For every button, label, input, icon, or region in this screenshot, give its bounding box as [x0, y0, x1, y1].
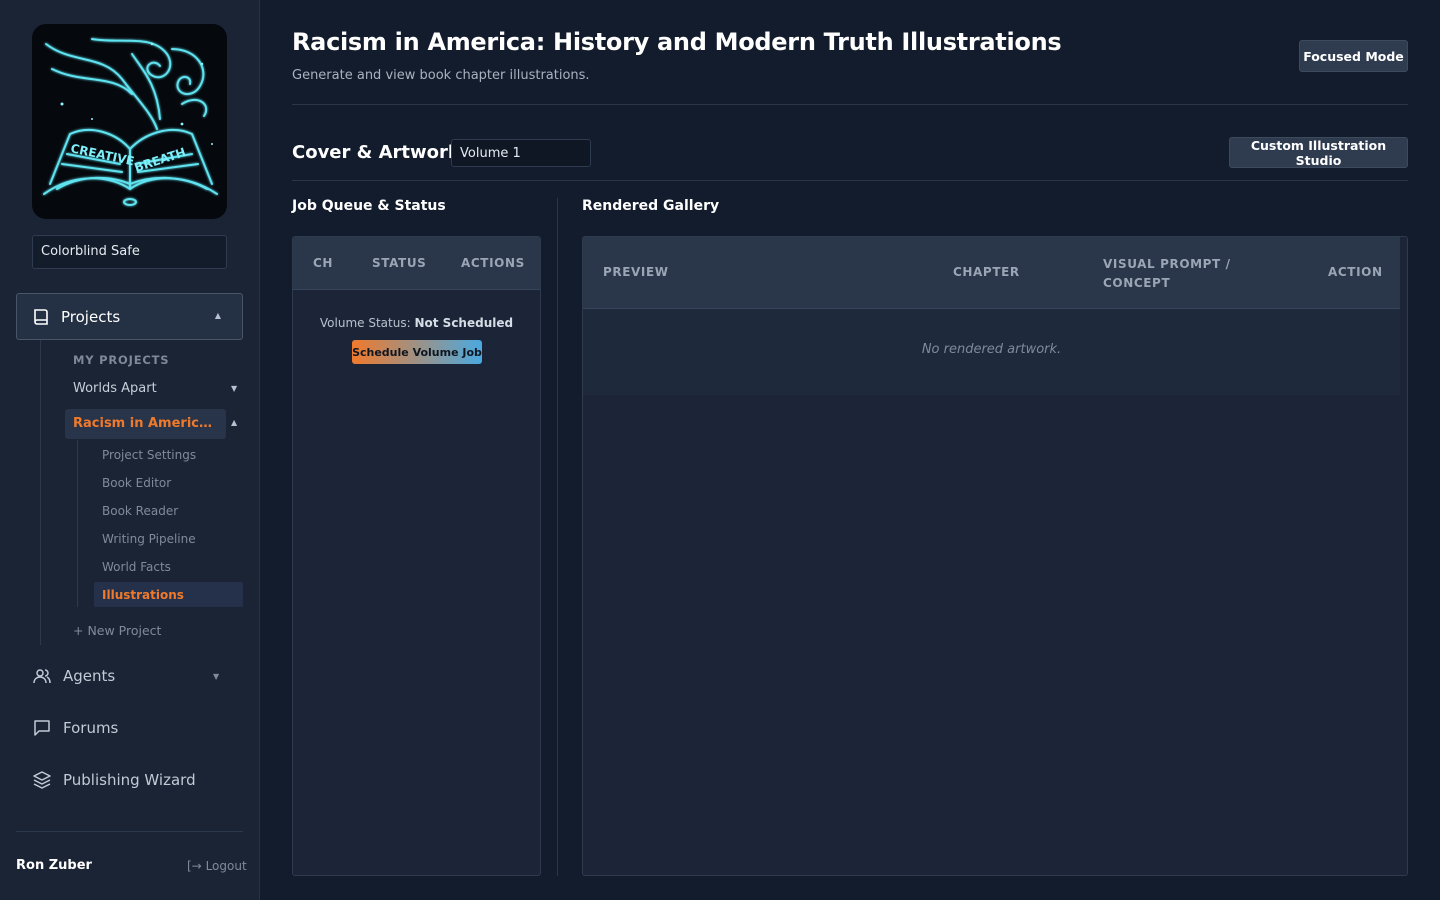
nav-forums[interactable]: Forums: [32, 718, 118, 738]
tree-guide: [40, 340, 41, 645]
nav-writing-pipeline[interactable]: Writing Pipeline: [102, 532, 196, 546]
column-header-chapter: CHAPTER: [953, 265, 1020, 279]
column-divider: [557, 198, 558, 876]
nav-book-reader[interactable]: Book Reader: [102, 504, 178, 518]
nav-illustrations[interactable]: Illustrations: [94, 582, 243, 607]
divider: [16, 831, 243, 832]
cover-artwork-title: Cover & Artwork: [292, 142, 460, 163]
column-header-actions: ACTIONS: [461, 256, 525, 270]
project-racism-in-america[interactable]: Racism in America: History and Modern Tr…: [65, 409, 226, 439]
schedule-volume-job-button[interactable]: Schedule Volume Job: [352, 340, 482, 364]
chevron-up-icon[interactable]: ▲: [231, 418, 237, 427]
table-header: PREVIEW CHAPTER VISUAL PROMPT / CONCEPT …: [583, 237, 1400, 309]
svg-text:BREATH: BREATH: [133, 145, 188, 175]
rendered-gallery-table: PREVIEW CHAPTER VISUAL PROMPT / CONCEPT …: [582, 236, 1408, 876]
nav-projects[interactable]: Projects ▲: [16, 293, 243, 340]
volume-status-label: Volume Status:: [319, 316, 411, 330]
volume-status: Volume Status: Not Scheduled: [293, 316, 540, 330]
book-icon: [34, 308, 48, 325]
table-body: No rendered artwork.: [583, 309, 1400, 395]
layers-icon: [33, 771, 51, 789]
creative-breath-logo[interactable]: CREATIVE BREATH: [32, 24, 227, 219]
divider: [292, 104, 1408, 105]
page-subtitle: Generate and view book chapter illustrat…: [292, 68, 590, 83]
nav-agents-label: Agents: [63, 667, 116, 685]
volume-select[interactable]: Volume 1: [451, 139, 591, 167]
focused-mode-button[interactable]: Focused Mode: [1299, 40, 1408, 72]
logout-icon: [→: [187, 859, 202, 873]
nav-project-settings[interactable]: Project Settings: [102, 448, 196, 462]
users-icon: [33, 669, 51, 684]
job-queue-table: CH STATUS ACTIONS Volume Status: Not Sch…: [292, 236, 541, 876]
new-project-link[interactable]: + New Project: [73, 623, 161, 638]
tree-guide: [77, 440, 78, 607]
job-queue-heading: Job Queue & Status: [292, 198, 446, 214]
column-header-ch: CH: [313, 256, 334, 270]
column-header-visual-prompt: VISUAL PROMPT / CONCEPT: [1103, 257, 1231, 290]
column-header-preview: PREVIEW: [603, 265, 669, 279]
logout-link[interactable]: [→ Logout: [187, 859, 247, 873]
column-header-status: STATUS: [372, 256, 427, 270]
custom-illustration-studio-button[interactable]: Custom Illustration Studio: [1229, 137, 1408, 168]
user-name: Ron Zuber: [16, 858, 92, 873]
chevron-down-icon: ▼: [213, 672, 220, 681]
table-header: CH STATUS ACTIONS: [293, 237, 540, 290]
nav-publishing-wizard-label: Publishing Wizard: [63, 771, 196, 789]
chevron-up-icon: ▲: [214, 311, 221, 320]
divider: [292, 180, 1408, 181]
column-header-action: ACTION: [1328, 265, 1383, 279]
rendered-gallery-heading: Rendered Gallery: [582, 198, 720, 214]
page-title: Racism in America: History and Modern Tr…: [292, 28, 1062, 56]
sidebar: CREATIVE BREATH Colorblind Safe Projects…: [0, 0, 260, 900]
chevron-down-icon[interactable]: ▼: [231, 384, 237, 393]
my-projects-heading: MY PROJECTS: [73, 353, 170, 367]
nav-forums-label: Forums: [63, 719, 119, 737]
nav-publishing-wizard[interactable]: Publishing Wizard: [32, 770, 196, 790]
nav-projects-label: Projects: [61, 307, 121, 326]
volume-status-value: Not Scheduled: [414, 316, 514, 330]
nav-book-editor[interactable]: Book Editor: [102, 476, 171, 490]
logout-label: Logout: [205, 859, 247, 873]
logo-artwork: CREATIVE BREATH: [43, 38, 218, 206]
project-worlds-apart[interactable]: Worlds Apart: [73, 381, 157, 396]
nav-world-facts[interactable]: World Facts: [102, 560, 171, 574]
chat-icon: [34, 720, 50, 736]
nav-agents[interactable]: Agents ▼: [32, 666, 219, 686]
empty-gallery-message: No rendered artwork.: [921, 342, 1062, 357]
color-theme-select[interactable]: Colorblind Safe: [32, 235, 227, 269]
